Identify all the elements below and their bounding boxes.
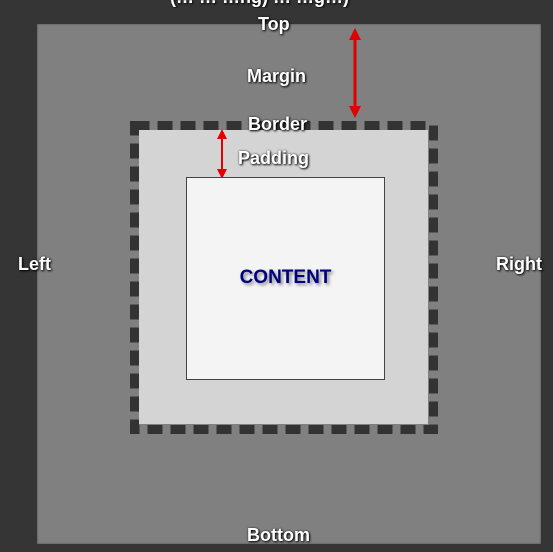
bottom-label: Bottom bbox=[247, 525, 310, 545]
left-label: Left bbox=[18, 254, 51, 274]
padding-label: Padding bbox=[238, 148, 309, 168]
margin-label: Margin bbox=[247, 66, 307, 86]
top-label: Top bbox=[258, 14, 290, 34]
border-label: Border bbox=[248, 114, 308, 134]
content-label: CONTENT bbox=[239, 267, 332, 288]
right-label: Right bbox=[496, 254, 542, 274]
